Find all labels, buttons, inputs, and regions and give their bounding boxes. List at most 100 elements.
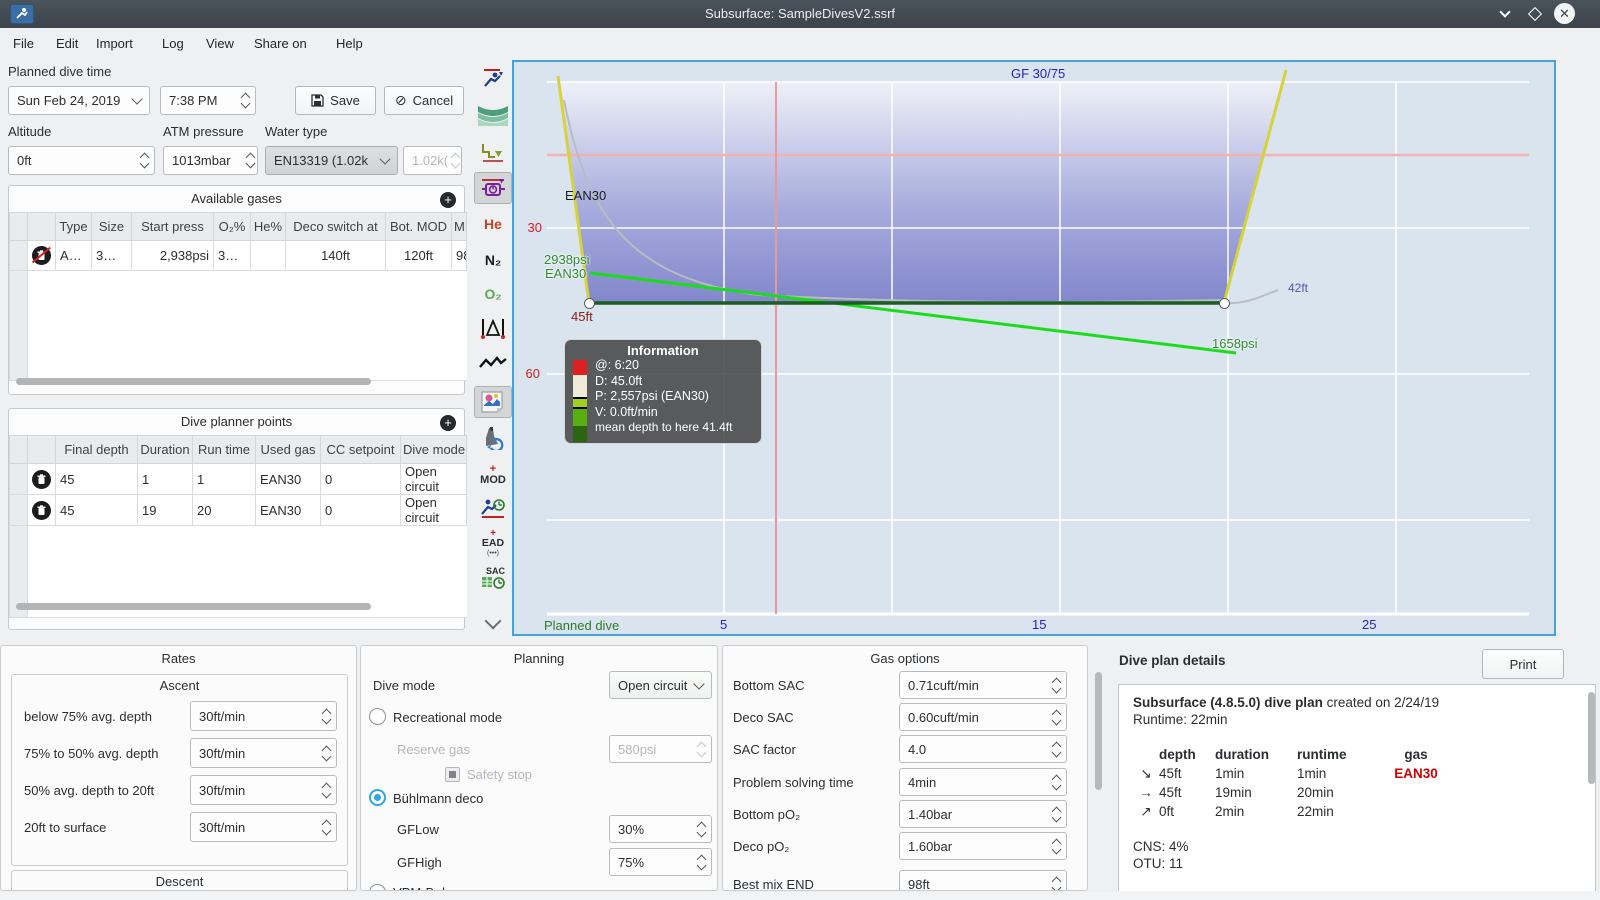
bottom-sac-spinner[interactable]: 0.71cuft/min (899, 671, 1067, 699)
add-gas-button[interactable]: + (440, 192, 456, 208)
toolbar-profile-icon[interactable] (474, 62, 512, 94)
recreational-mode-radio[interactable] (369, 708, 386, 725)
toolbar-he-icon[interactable]: He (474, 208, 512, 240)
toolbar-ceiling-icon[interactable] (474, 136, 512, 168)
gflow-spinner[interactable]: 30% (609, 815, 712, 843)
cancel-icon: ⊘ (394, 92, 407, 108)
delete-gas-icon[interactable] (32, 246, 51, 265)
toolbar-o2-icon[interactable]: O₂ (474, 278, 512, 310)
time-spinner[interactable]: 7:38 PM (160, 86, 256, 115)
deco-po2-spinner[interactable]: 1.60bar (899, 832, 1067, 860)
descend-arrow-icon: ↘ (1140, 766, 1152, 781)
safety-stop-label: Safety stop (467, 767, 533, 782)
delete-point-icon[interactable] (32, 469, 51, 489)
toolbar-tissue-delta-icon[interactable] (474, 312, 512, 344)
planning-panel: Planning Dive mode Open circuit Recreati… (360, 645, 718, 891)
bottom-po2-label: Bottom pO₂ (733, 807, 801, 822)
safety-stop-checkbox[interactable] (445, 767, 460, 782)
vpmb-deco-radio[interactable] (369, 884, 386, 890)
toolbar-gas-change-icon[interactable] (474, 422, 512, 454)
rate-spinner[interactable]: 30ft/min (190, 812, 337, 842)
buhlmann-deco-radio[interactable] (369, 789, 386, 806)
print-button[interactable]: Print (1482, 649, 1564, 679)
time-tick-25: 25 (1362, 617, 1377, 632)
toolbar-dive-planner-icon[interactable] (474, 172, 512, 204)
toolbar-mod-icon[interactable]: + MOD (474, 458, 512, 490)
profile-handle-start[interactable] (584, 298, 595, 309)
toolbar-heartrate-icon[interactable] (474, 348, 512, 380)
information-tooltip[interactable]: Information @: 6:20 D: 45.0ft P: 2,557ps… (564, 339, 762, 444)
chevron-down-icon (379, 153, 391, 165)
plan-table-row: → 45ft 19min 20min (1133, 783, 1581, 802)
toolbar-sac-icon[interactable]: SAC (474, 562, 512, 594)
menu-file[interactable]: File (9, 33, 38, 54)
gases-hscrollbar[interactable] (16, 378, 371, 385)
rates-title: Rates (161, 651, 196, 666)
toolbar-n2-icon[interactable]: N₂ (474, 244, 512, 276)
points-hscrollbar[interactable] (16, 603, 371, 610)
rate-spinner[interactable]: 30ft/min (190, 701, 337, 731)
time-tick-15: 15 (1032, 617, 1047, 632)
water-type-combo[interactable]: EN13319 (1.02k (265, 146, 398, 175)
gfhigh-spinner[interactable]: 75% (609, 848, 712, 876)
planned-dive-time-label: Planned dive time (8, 64, 112, 79)
dive-profile-chart[interactable]: GF 30/75 EAN30 2938psi EAN30 45ft 42ft 1… (512, 60, 1556, 636)
bottom-sac-label: Bottom SAC (733, 678, 805, 693)
save-button[interactable]: Save (295, 86, 376, 115)
toolbar-ead-icon[interactable]: + EAD (•••) (474, 527, 512, 559)
plan-details-vscrollbar[interactable] (1588, 692, 1595, 784)
date-combo[interactable]: Sun Feb 24, 2019 (8, 86, 150, 115)
menu-import[interactable]: Import (92, 33, 137, 54)
altitude-spinner[interactable]: 0ft (8, 146, 155, 175)
plan-table-header: depth duration runtime gas (1159, 747, 1428, 762)
menu-share-on[interactable]: Share on (250, 33, 311, 54)
dive-plan-details-panel: Dive plan details Print Subsurface (4.8.… (1105, 645, 1600, 891)
dive-mode-combo[interactable]: Open circuit (609, 671, 712, 699)
toolbar-photos-icon[interactable] (474, 386, 512, 418)
problem-solving-time-spinner[interactable]: 4min (899, 768, 1067, 796)
plan-heading: Subsurface (4.8.5.0) dive plan created o… (1133, 695, 1440, 710)
vpmb-deco-label: VPM-B deco (393, 885, 466, 890)
toolbar-ndl-icon[interactable] (474, 492, 512, 524)
menu-view[interactable]: View (202, 33, 238, 54)
available-gases-panel: Available gases + Type Size Start press … (8, 185, 467, 395)
spinner-arrows-icon[interactable] (240, 92, 251, 109)
bottom-po2-spinner[interactable]: 1.40bar (899, 800, 1067, 828)
add-point-button[interactable]: + (440, 415, 456, 431)
toolbar-scroll-down-icon[interactable] (474, 608, 512, 640)
sac-factor-label: SAC factor (733, 742, 796, 757)
best-mix-end-spinner[interactable]: 98ft (899, 870, 1067, 890)
rate-label: below 75% avg. depth (24, 709, 152, 724)
recreational-mode-label: Recreational mode (393, 710, 503, 725)
problem-solving-time-label: Problem solving time (733, 775, 854, 790)
rate-spinner[interactable]: 30ft/min (190, 775, 337, 805)
close-button[interactable]: ✕ (1554, 3, 1575, 24)
ascent-group: Ascent below 75% avg. depth 30ft/min 75%… (11, 674, 348, 866)
start-gas-label: EAN30 (545, 266, 587, 281)
sac-factor-spinner[interactable]: 4.0 (899, 735, 1067, 763)
cancel-button[interactable]: ⊘ Cancel (384, 86, 464, 115)
menu-bar: File Edit Import Log View Share on Help (0, 28, 1600, 58)
ascend-arrow-icon: ↗ (1140, 804, 1152, 819)
minimize-button[interactable] (1495, 4, 1515, 24)
save-icon (311, 94, 324, 107)
menu-log[interactable]: Log (158, 33, 188, 54)
menu-edit[interactable]: Edit (52, 33, 82, 54)
gas-options-vscrollbar[interactable] (1095, 672, 1102, 790)
deco-po2-label: Deco pO₂ (733, 839, 790, 854)
toolbar-salinity-waves-icon[interactable] (474, 98, 512, 130)
profile-handle-end[interactable] (1219, 298, 1230, 309)
atm-pressure-spinner[interactable]: 1013mbar (163, 146, 258, 175)
buhlmann-deco-label: Bühlmann deco (393, 791, 484, 806)
maximize-button[interactable] (1525, 4, 1545, 24)
gfhigh-label: GFHigh (397, 855, 442, 870)
rate-label: 20ft to surface (24, 820, 107, 835)
plan-otu: OTU: 11 (1133, 856, 1184, 871)
plan-table-row: ↘ 45ft 1min 1min EAN30 (1133, 764, 1581, 783)
deco-sac-spinner[interactable]: 0.60cuft/min (899, 703, 1067, 731)
rate-spinner[interactable]: 30ft/min (190, 738, 337, 768)
menu-help[interactable]: Help (332, 33, 367, 54)
delete-point-icon[interactable] (32, 500, 51, 520)
dive-plan-text-box[interactable]: Subsurface (4.8.5.0) dive plan created o… (1118, 684, 1596, 891)
points-table: Final depth Duration Run time Used gas C… (9, 435, 467, 618)
